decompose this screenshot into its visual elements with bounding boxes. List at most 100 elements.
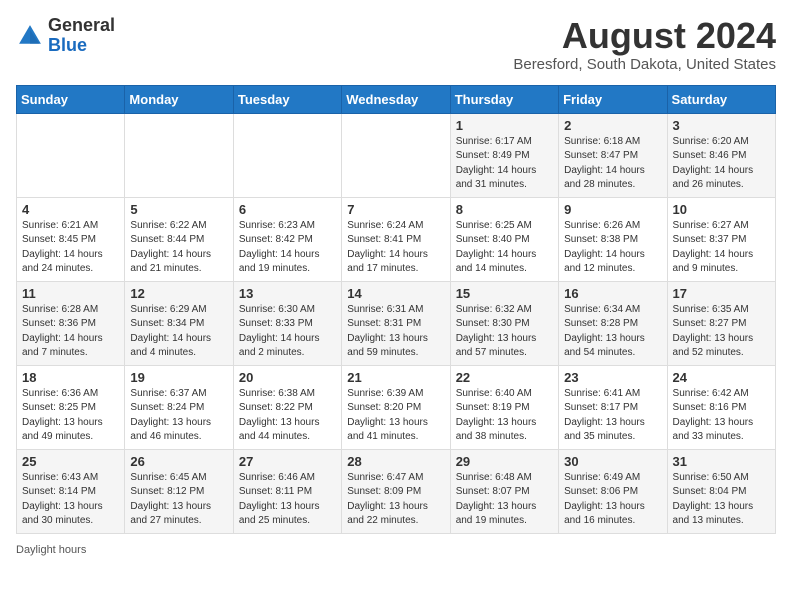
day-detail: Sunrise: 6:26 AMSunset: 8:38 PMDaylight:… — [564, 219, 661, 277]
calendar-cell: 7Sunrise: 6:24 AMSunset: 8:41 PMDaylight… — [342, 197, 450, 281]
logo-text: General Blue — [48, 16, 115, 56]
calendar-header-wednesday: Wednesday — [342, 85, 450, 113]
calendar-header-friday: Friday — [559, 85, 667, 113]
day-number: 22 — [456, 370, 553, 385]
day-detail: Sunrise: 6:22 AMSunset: 8:44 PMDaylight:… — [130, 219, 227, 277]
calendar-header-sunday: Sunday — [17, 85, 125, 113]
day-detail: Sunrise: 6:39 AMSunset: 8:20 PMDaylight:… — [347, 387, 444, 445]
day-detail: Sunrise: 6:21 AMSunset: 8:45 PMDaylight:… — [22, 219, 119, 277]
day-number: 8 — [456, 202, 553, 217]
day-number: 30 — [564, 454, 661, 469]
day-number: 23 — [564, 370, 661, 385]
day-detail: Sunrise: 6:47 AMSunset: 8:09 PMDaylight:… — [347, 471, 444, 529]
calendar-cell: 3 Sunrise: 6:20 AMSunset: 8:46 PMDaylight… — [667, 113, 775, 197]
day-number: 11 — [22, 286, 119, 301]
day-number: 19 — [130, 370, 227, 385]
calendar-cell: 4 Sunrise: 6:21 AMSunset: 8:45 PMDaylight… — [17, 197, 125, 281]
day-number: 10 — [673, 202, 770, 217]
calendar-cell: 28 Sunrise: 6:47 AMSunset: 8:09 PMDayligh… — [342, 449, 450, 533]
logo: General Blue — [16, 16, 115, 56]
logo-icon — [16, 22, 44, 50]
day-detail: Sunrise: 6:43 AMSunset: 8:14 PMDaylight:… — [22, 471, 119, 529]
day-number: 21 — [347, 370, 444, 385]
day-detail: Sunrise: 6:31 AMSunset: 8:31 PMDaylight:… — [347, 303, 444, 361]
day-number: 2 — [564, 118, 661, 133]
day-number: 3 — [673, 118, 770, 133]
calendar-header-thursday: Thursday — [450, 85, 558, 113]
day-detail: Sunrise: 6:32 AMSunset: 8:30 PMDaylight:… — [456, 303, 553, 361]
day-detail: Sunrise: 6:28 AMSunset: 8:36 PMDaylight:… — [22, 303, 119, 361]
day-number: 25 — [22, 454, 119, 469]
calendar-cell: 6Sunrise: 6:23 AMSunset: 8:42 PMDaylight… — [233, 197, 341, 281]
day-detail: Sunrise: 6:49 AMSunset: 8:06 PMDaylight:… — [564, 471, 661, 529]
calendar-cell: 25 Sunrise: 6:43 AMSunset: 8:14 PMDayligh… — [17, 449, 125, 533]
day-number: 6 — [239, 202, 336, 217]
calendar-header-monday: Monday — [125, 85, 233, 113]
day-detail: Sunrise: 6:45 AMSunset: 8:12 PMDaylight:… — [130, 471, 227, 529]
calendar-cell: 21 Sunrise: 6:39 AMSunset: 8:20 PMDayligh… — [342, 365, 450, 449]
day-detail: Sunrise: 6:42 AMSunset: 8:16 PMDaylight:… — [673, 387, 770, 445]
day-number: 20 — [239, 370, 336, 385]
calendar-cell: 5Sunrise: 6:22 AMSunset: 8:44 PMDaylight… — [125, 197, 233, 281]
calendar-cell — [17, 113, 125, 197]
day-number: 13 — [239, 286, 336, 301]
day-number: 12 — [130, 286, 227, 301]
calendar-cell: 27Sunrise: 6:46 AMSunset: 8:11 PMDayligh… — [233, 449, 341, 533]
header: General Blue August 2024 Beresford, Sout… — [16, 16, 776, 73]
day-number: 15 — [456, 286, 553, 301]
calendar-cell: 23 Sunrise: 6:41 AMSunset: 8:17 PMDayligh… — [559, 365, 667, 449]
day-detail: Sunrise: 6:36 AMSunset: 8:25 PMDaylight:… — [22, 387, 119, 445]
day-number: 28 — [347, 454, 444, 469]
day-number: 31 — [673, 454, 770, 469]
calendar-header-row: SundayMondayTuesdayWednesdayThursdayFrid… — [17, 85, 776, 113]
calendar-week-row: 25 Sunrise: 6:43 AMSunset: 8:14 PMDayligh… — [17, 449, 776, 533]
calendar-cell: 1Sunrise: 6:17 AMSunset: 8:49 PMDaylight… — [450, 113, 558, 197]
day-detail: Sunrise: 6:29 AMSunset: 8:34 PMDaylight:… — [130, 303, 227, 361]
day-number: 26 — [130, 454, 227, 469]
day-detail: Sunrise: 6:34 AMSunset: 8:28 PMDaylight:… — [564, 303, 661, 361]
day-number: 16 — [564, 286, 661, 301]
day-detail: Sunrise: 6:27 AMSunset: 8:37 PMDaylight:… — [673, 219, 770, 277]
calendar-cell: 14 Sunrise: 6:31 AMSunset: 8:31 PMDayligh… — [342, 281, 450, 365]
day-detail: Sunrise: 6:35 AMSunset: 8:27 PMDaylight:… — [673, 303, 770, 361]
day-detail: Sunrise: 6:25 AMSunset: 8:40 PMDaylight:… — [456, 219, 553, 277]
day-number: 14 — [347, 286, 444, 301]
calendar-cell: 16 Sunrise: 6:34 AMSunset: 8:28 PMDayligh… — [559, 281, 667, 365]
day-number: 18 — [22, 370, 119, 385]
calendar-cell: 18 Sunrise: 6:36 AMSunset: 8:25 PMDayligh… — [17, 365, 125, 449]
calendar-header-saturday: Saturday — [667, 85, 775, 113]
day-detail: Sunrise: 6:17 AMSunset: 8:49 PMDaylight:… — [456, 135, 553, 193]
calendar-week-row: 18 Sunrise: 6:36 AMSunset: 8:25 PMDayligh… — [17, 365, 776, 449]
location-subtitle: Beresford, South Dakota, United States — [513, 56, 776, 73]
day-detail: Sunrise: 6:41 AMSunset: 8:17 PMDaylight:… — [564, 387, 661, 445]
day-detail: Sunrise: 6:50 AMSunset: 8:04 PMDaylight:… — [673, 471, 770, 529]
day-number: 9 — [564, 202, 661, 217]
calendar-cell — [342, 113, 450, 197]
calendar-cell: 31 Sunrise: 6:50 AMSunset: 8:04 PMDayligh… — [667, 449, 775, 533]
footer-legend: Daylight hours — [16, 544, 776, 556]
calendar-cell: 15 Sunrise: 6:32 AMSunset: 8:30 PMDayligh… — [450, 281, 558, 365]
month-year-title: August 2024 — [513, 16, 776, 56]
calendar-week-row: 11 Sunrise: 6:28 AMSunset: 8:36 PMDayligh… — [17, 281, 776, 365]
calendar-table: SundayMondayTuesdayWednesdayThursdayFrid… — [16, 85, 776, 534]
calendar-cell: 30 Sunrise: 6:49 AMSunset: 8:06 PMDayligh… — [559, 449, 667, 533]
calendar-week-row: 4 Sunrise: 6:21 AMSunset: 8:45 PMDaylight… — [17, 197, 776, 281]
day-number: 29 — [456, 454, 553, 469]
day-detail: Sunrise: 6:20 AMSunset: 8:46 PMDaylight:… — [673, 135, 770, 193]
day-number: 17 — [673, 286, 770, 301]
day-number: 4 — [22, 202, 119, 217]
calendar-cell: 26 Sunrise: 6:45 AMSunset: 8:12 PMDayligh… — [125, 449, 233, 533]
calendar-cell — [125, 113, 233, 197]
calendar-cell: 22Sunrise: 6:40 AMSunset: 8:19 PMDayligh… — [450, 365, 558, 449]
calendar-cell: 10 Sunrise: 6:27 AMSunset: 8:37 PMDayligh… — [667, 197, 775, 281]
calendar-cell: 2 Sunrise: 6:18 AMSunset: 8:47 PMDaylight… — [559, 113, 667, 197]
calendar-cell: 20Sunrise: 6:38 AMSunset: 8:22 PMDayligh… — [233, 365, 341, 449]
calendar-cell: 8 Sunrise: 6:25 AMSunset: 8:40 PMDaylight… — [450, 197, 558, 281]
day-detail: Sunrise: 6:18 AMSunset: 8:47 PMDaylight:… — [564, 135, 661, 193]
day-detail: Sunrise: 6:37 AMSunset: 8:24 PMDaylight:… — [130, 387, 227, 445]
day-number: 7 — [347, 202, 444, 217]
calendar-cell: 11 Sunrise: 6:28 AMSunset: 8:36 PMDayligh… — [17, 281, 125, 365]
calendar-cell: 19 Sunrise: 6:37 AMSunset: 8:24 PMDayligh… — [125, 365, 233, 449]
day-detail: Sunrise: 6:48 AMSunset: 8:07 PMDaylight:… — [456, 471, 553, 529]
calendar-cell: 9 Sunrise: 6:26 AMSunset: 8:38 PMDaylight… — [559, 197, 667, 281]
